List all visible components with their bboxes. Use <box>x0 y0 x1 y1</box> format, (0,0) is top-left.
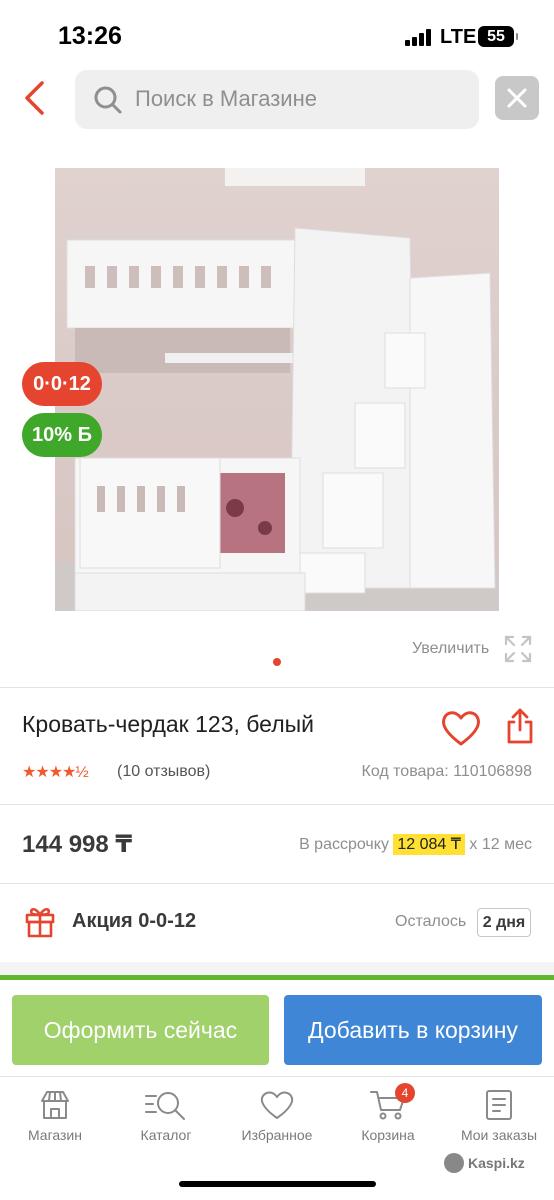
nav-label-shop: Магазин <box>27 1127 82 1143</box>
product-image[interactable] <box>55 168 499 611</box>
search-input[interactable]: Поиск в Магазине <box>75 70 479 129</box>
divider <box>0 883 554 884</box>
nav-item-shop[interactable]: Магазин <box>0 1089 110 1143</box>
share-icon[interactable] <box>505 706 535 746</box>
battery-icon: 55 <box>478 26 518 47</box>
nav-label-favorites: Избранное <box>241 1127 313 1143</box>
product-title: Кровать-чердак 123, белый <box>22 711 315 737</box>
chevron-left-icon <box>25 81 44 115</box>
search-placeholder: Поиск в Магазине <box>135 86 317 111</box>
signal-icon <box>405 29 433 46</box>
bonus-badge: 10% Б <box>22 413 102 457</box>
kaspi-watermark-text: Kaspi.kz <box>468 1155 525 1171</box>
add-to-cart-button[interactable]: Добавить в корзину <box>284 995 542 1065</box>
close-button[interactable] <box>495 76 539 120</box>
home-indicator <box>179 1181 376 1187</box>
reviews-link[interactable]: (10 отзывов) <box>117 763 210 781</box>
price: 144 998 ₸ <box>22 831 133 858</box>
heart-icon[interactable] <box>440 708 482 748</box>
gift-icon <box>25 907 55 938</box>
shop-icon <box>41 1091 69 1119</box>
heart-icon <box>260 1091 294 1119</box>
kaspi-watermark: Kaspi.kz <box>444 1153 525 1173</box>
installment-suffix: x 12 мес <box>469 836 532 853</box>
remain-label: Осталось <box>395 913 467 930</box>
nav-item-catalog[interactable]: Каталог <box>111 1089 221 1143</box>
search-icon <box>94 86 122 114</box>
product-code: Код товара: 110106898 <box>361 763 533 780</box>
status-time: 13:26 <box>58 22 122 50</box>
divider <box>0 804 554 805</box>
bunk-bed-illustration <box>55 168 499 611</box>
rating-stars: ★★★★½ <box>22 764 89 781</box>
nav-item-cart[interactable]: 4 Корзина <box>333 1083 443 1143</box>
installment-amount: 12 084 ₸ <box>393 834 465 855</box>
kaspi-logo-icon <box>444 1153 464 1173</box>
installment-info: В рассрочку 12 084 ₸ x 12 мес <box>299 834 532 855</box>
gallery-page-indicator <box>273 658 281 666</box>
nav-label-catalog: Каталог <box>140 1127 192 1143</box>
buy-now-button[interactable]: Оформить сейчас <box>12 995 269 1065</box>
remain-days-badge: 2 дня <box>477 908 531 937</box>
battery-level: 55 <box>487 28 505 45</box>
status-bar: 13:26 LTE 55 <box>0 0 554 70</box>
orders-icon <box>486 1090 512 1120</box>
green-strip <box>0 975 554 980</box>
nav-label-orders: Мои заказы <box>460 1127 538 1143</box>
network-type: LTE <box>440 26 477 48</box>
cart-count-badge: 4 <box>395 1083 415 1103</box>
expand-icon[interactable] <box>503 634 533 664</box>
zoom-label[interactable]: Увеличить <box>412 640 489 658</box>
catalog-search-icon <box>145 1092 185 1120</box>
installment-prefix: В рассрочку <box>299 836 389 853</box>
section-separator <box>0 962 554 975</box>
installment-badge: 0·0·12 <box>22 362 102 406</box>
promo-label[interactable]: Акция 0-0-12 <box>72 910 196 933</box>
nav-item-favorites[interactable]: Избранное <box>222 1089 332 1143</box>
back-button[interactable] <box>14 74 54 122</box>
divider <box>0 687 554 688</box>
nav-label-cart: Корзина <box>361 1127 415 1143</box>
close-icon <box>507 88 527 108</box>
nav-item-orders[interactable]: Мои заказы <box>444 1089 554 1143</box>
